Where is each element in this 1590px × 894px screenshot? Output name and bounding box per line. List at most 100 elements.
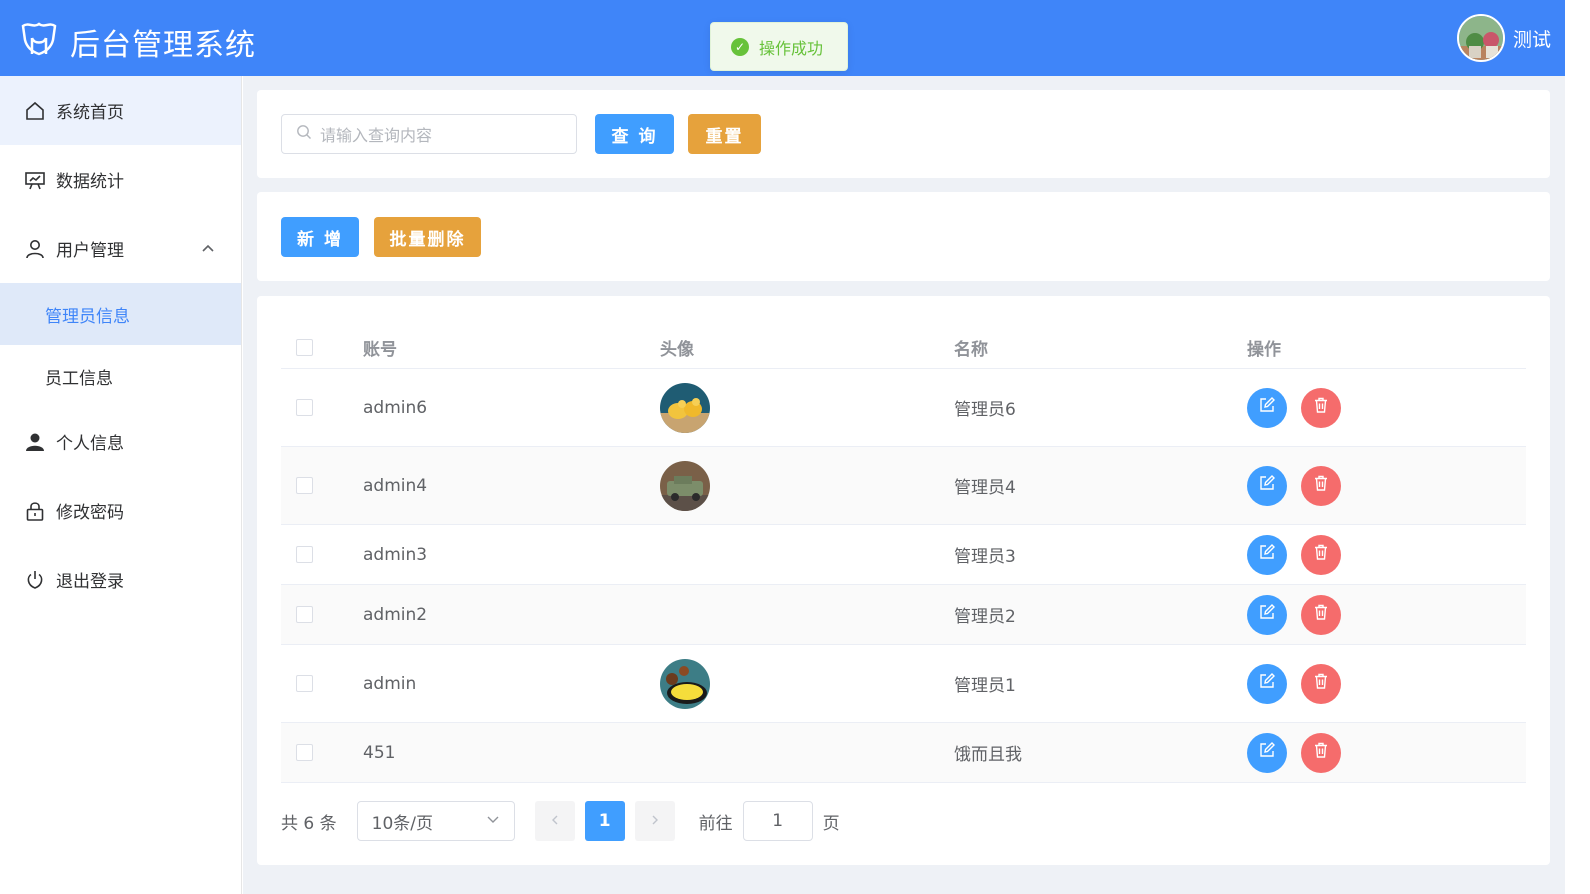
edit-icon — [1259, 673, 1275, 694]
column-header-account: 账号 — [363, 339, 397, 360]
edit-button[interactable] — [1247, 663, 1287, 704]
search-card: 请输入查询内容 查 询 重置 — [257, 90, 1550, 178]
table-header: 账号 头像 名称 操作 — [281, 326, 1526, 369]
edit-button[interactable] — [1247, 387, 1287, 428]
edit-button[interactable] — [1247, 732, 1287, 773]
sidebar-item-statistics[interactable]: 数据统计 — [0, 145, 241, 214]
home-icon — [25, 101, 45, 121]
user-menu[interactable]: 测试 — [1456, 14, 1551, 62]
chevron-right-icon — [649, 811, 661, 831]
chevron-up-icon — [201, 240, 215, 260]
trash-icon — [1313, 544, 1329, 565]
trash-icon — [1313, 673, 1329, 694]
table-row: admin 管理员1 — [281, 645, 1526, 723]
add-button[interactable]: 新 增 — [281, 217, 359, 257]
search-icon — [296, 124, 312, 144]
row-checkbox[interactable] — [296, 546, 313, 563]
chevron-down-icon — [486, 811, 500, 831]
trash-icon — [1313, 475, 1329, 496]
main-content: 请输入查询内容 查 询 重置 新 增 批量删除 账号 头像 名称 操作 admi… — [243, 76, 1565, 894]
account-cell: admin4 — [363, 475, 428, 496]
row-checkbox[interactable] — [296, 744, 313, 761]
avatar-image[interactable] — [660, 382, 710, 433]
admin-table: 账号 头像 名称 操作 admin6 管理员6 admin4 管理员4 admi… — [281, 326, 1526, 783]
delete-button[interactable] — [1301, 387, 1341, 428]
row-checkbox[interactable] — [296, 477, 313, 494]
query-button[interactable]: 查 询 — [595, 114, 674, 154]
sidebar-item-change-password[interactable]: 修改密码 — [0, 476, 241, 545]
avatar-image[interactable] — [660, 658, 710, 709]
sidebar-item-home[interactable]: 系统首页 — [0, 76, 241, 145]
edit-button[interactable] — [1247, 534, 1287, 575]
success-toast: ✓ 操作成功 — [710, 22, 848, 71]
delete-button[interactable] — [1301, 732, 1341, 773]
column-header-name: 名称 — [954, 339, 988, 360]
delete-button[interactable] — [1301, 465, 1341, 506]
edit-icon — [1259, 742, 1275, 763]
page-number-current[interactable]: 1 — [584, 801, 625, 841]
search-placeholder: 请输入查询内容 — [320, 126, 433, 145]
account-cell: admin6 — [363, 397, 428, 418]
table-row: admin2 管理员2 — [281, 585, 1526, 645]
page-size-value: 10条/页 — [371, 813, 433, 834]
edit-icon — [1259, 397, 1275, 418]
sidebar-item-label: 用户管理 — [56, 241, 124, 261]
sidebar-item-employee-info[interactable]: 员工信息 — [0, 345, 241, 407]
account-cell: admin — [363, 673, 417, 694]
sidebar-item-admin-info[interactable]: 管理员信息 — [0, 283, 241, 345]
goto-label: 前往 — [698, 813, 733, 834]
page-size-select[interactable]: 10条/页 — [356, 801, 515, 841]
name-cell: 管理员1 — [954, 676, 1016, 696]
edit-icon — [1259, 475, 1275, 496]
user-avatar[interactable] — [1456, 14, 1505, 62]
sidebar-item-profile[interactable]: 个人信息 — [0, 407, 241, 476]
sidebar-item-label: 修改密码 — [56, 503, 124, 523]
reset-button[interactable]: 重置 — [688, 114, 761, 154]
lock-icon — [25, 501, 45, 521]
app-logo-icon — [18, 18, 60, 60]
app-title: 后台管理系统 — [70, 28, 256, 63]
table-row: admin4 管理员4 — [281, 447, 1526, 525]
select-all-checkbox[interactable] — [296, 338, 313, 356]
delete-button[interactable] — [1301, 534, 1341, 575]
delete-button[interactable] — [1301, 663, 1341, 704]
sidebar-item-label: 退出登录 — [56, 572, 124, 592]
account-cell: admin3 — [363, 544, 428, 565]
account-cell: 451 — [363, 742, 396, 763]
check-circle-icon: ✓ — [731, 37, 749, 56]
chart-board-icon — [25, 170, 45, 190]
table-card: 账号 头像 名称 操作 admin6 管理员6 admin4 管理员4 admi… — [257, 296, 1550, 865]
delete-button[interactable] — [1301, 594, 1341, 635]
edit-button[interactable] — [1247, 594, 1287, 635]
batch-delete-button[interactable]: 批量删除 — [374, 217, 481, 257]
next-page-button[interactable] — [634, 801, 675, 841]
search-input[interactable]: 请输入查询内容 — [281, 114, 577, 154]
avatar-image[interactable] — [660, 460, 710, 511]
edit-button[interactable] — [1247, 465, 1287, 506]
user-name[interactable]: 测试 — [1513, 25, 1551, 52]
edit-icon — [1259, 604, 1275, 625]
row-checkbox[interactable] — [296, 399, 313, 416]
column-header-actions: 操作 — [1247, 339, 1281, 360]
name-cell: 管理员2 — [954, 607, 1016, 627]
prev-page-button[interactable] — [534, 801, 575, 841]
sidebar-item-label: 个人信息 — [56, 434, 124, 454]
name-cell: 管理员3 — [954, 547, 1016, 567]
table-row: admin3 管理员3 — [281, 525, 1526, 585]
column-header-avatar: 头像 — [660, 339, 694, 360]
table-row: 451 饿而且我 — [281, 723, 1526, 783]
sidebar-item-label: 系统首页 — [56, 103, 124, 123]
sidebar-item-logout[interactable]: 退出登录 — [0, 545, 241, 614]
goto-page-input[interactable]: 1 — [742, 801, 813, 841]
pagination: 共 6 条 10条/页 1 前往 1 页 — [281, 801, 840, 841]
name-cell: 饿而且我 — [954, 745, 1022, 765]
row-checkbox[interactable] — [296, 675, 313, 692]
edit-icon — [1259, 544, 1275, 565]
row-checkbox[interactable] — [296, 606, 313, 623]
user-icon — [25, 239, 45, 259]
sidebar-item-user-management[interactable]: 用户管理 — [0, 214, 241, 283]
chevron-left-icon — [549, 811, 561, 831]
sidebar-item-label: 数据统计 — [56, 172, 124, 192]
sidebar-item-label: 员工信息 — [45, 368, 113, 389]
total-count: 共 6 条 — [281, 813, 337, 834]
